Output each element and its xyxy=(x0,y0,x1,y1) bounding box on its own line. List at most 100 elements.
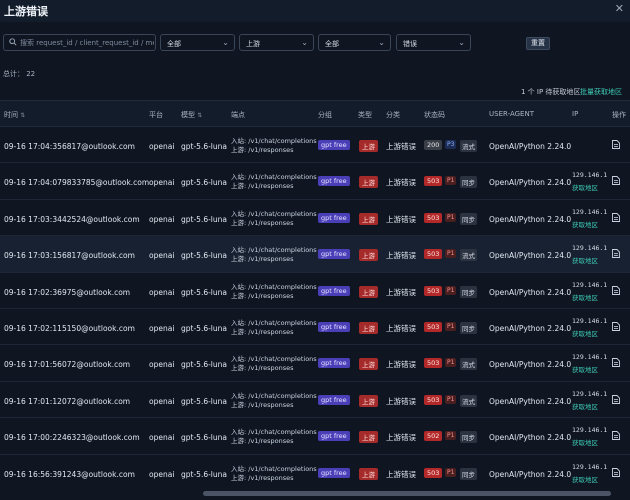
batch-geo-link[interactable]: 批量获取地区 xyxy=(580,87,622,97)
document-icon[interactable] xyxy=(612,249,620,259)
filter-select-4[interactable]: 错误 ⌄ xyxy=(396,34,471,51)
document-icon[interactable] xyxy=(612,285,620,295)
document-icon[interactable] xyxy=(612,431,620,441)
cell-account: 6817@outlook.com xyxy=(62,142,135,151)
endpoint-inbound: 入站: /v1/chat/completions xyxy=(231,391,317,400)
column-header-ua: USER-AGENT xyxy=(489,110,534,118)
cell-model: gpt-5.6-luna xyxy=(181,396,227,406)
get-geo-link[interactable]: 获取地区 xyxy=(572,474,598,484)
table-row[interactable]: 09-16 17:04:07 9833785@outlook.com opena… xyxy=(0,163,630,200)
cell-endpoint: 入站: /v1/chat/completions 上游: /v1/respons… xyxy=(231,465,317,483)
status-code-badge: 503 xyxy=(424,394,443,405)
cell-endpoint: 入站: /v1/chat/completions 上游: /v1/respons… xyxy=(231,137,317,155)
reset-button[interactable]: 重置 xyxy=(526,37,550,50)
scrollbar-thumb[interactable] xyxy=(203,491,611,496)
get-geo-link[interactable]: 获取地区 xyxy=(572,292,598,302)
cell-account: 072@outlook.com xyxy=(62,396,131,406)
cell-category: 上游错误 xyxy=(386,433,416,443)
column-header-platform: 平台 xyxy=(149,111,163,119)
table-row[interactable]: 09-16 17:03:15 6817@outlook.com openai g… xyxy=(0,236,630,273)
filter-select-1[interactable]: 全部 ⌄ xyxy=(160,34,235,51)
cell-model: gpt-5.6-luna xyxy=(181,142,227,151)
table-row[interactable]: 09-16 17:02:36 975@outlook.com openai gp… xyxy=(0,272,630,309)
cell-user-agent: OpenAI/Python 2.24.0 xyxy=(489,360,572,370)
get-geo-link[interactable]: 获取地区 xyxy=(572,401,598,411)
endpoint-upstream: 上游: /v1/responses xyxy=(231,437,294,446)
get-geo-link[interactable]: 获取地区 xyxy=(572,182,598,192)
cell-category: 上游错误 xyxy=(386,396,416,406)
cell-model: gpt-5.6-luna xyxy=(181,433,227,443)
column-header-model[interactable]: 模型 ⇅ xyxy=(181,110,202,120)
document-icon[interactable] xyxy=(612,358,620,368)
table-row[interactable]: 09-16 17:01:56 072@outlook.com openai gp… xyxy=(0,345,630,382)
type-badge: 上游 xyxy=(359,467,378,480)
endpoint-upstream: 上游: /v1/responses xyxy=(231,255,294,264)
mode-badge: 流式 xyxy=(460,358,477,371)
table-row[interactable]: 09-16 17:01:12 072@outlook.com openai gp… xyxy=(0,381,630,419)
table-row[interactable]: 09-16 17:02:11 5150@outlook.com openai g… xyxy=(0,309,630,346)
filter-select-3[interactable]: 全部 ⌄ xyxy=(318,34,391,51)
close-icon[interactable]: ✕ xyxy=(615,2,624,15)
group-badge: gpt free xyxy=(318,358,350,369)
get-geo-link[interactable]: 获取地区 xyxy=(572,328,598,338)
search-input[interactable] xyxy=(20,37,154,49)
filter-select-2[interactable]: 上游 ⌄ xyxy=(239,34,314,51)
priority-badge: P1 xyxy=(445,212,457,222)
column-header-group: 分组 xyxy=(318,111,332,119)
cell-platform: openai xyxy=(149,142,175,151)
cell-account: 9833785@outlook.com xyxy=(62,178,150,188)
mode-badge: 同步 xyxy=(460,467,477,480)
cell-time: 09-16 17:03:15 xyxy=(4,251,62,261)
get-geo-link[interactable]: 获取地区 xyxy=(572,255,598,265)
endpoint-upstream: 上游: /v1/responses xyxy=(231,400,294,409)
cell-platform: openai xyxy=(149,360,175,370)
search-box[interactable] xyxy=(3,34,156,51)
get-geo-link[interactable]: 获取地区 xyxy=(572,219,598,229)
document-icon[interactable] xyxy=(612,394,620,404)
horizontal-scrollbar[interactable] xyxy=(0,488,630,500)
document-icon[interactable] xyxy=(612,140,620,149)
cell-endpoint: 入站: /v1/chat/completions 上游: /v1/respons… xyxy=(231,173,317,191)
mode-badge: 同步 xyxy=(460,431,477,444)
priority-badge: P1 xyxy=(445,431,457,441)
cell-model: gpt-5.6-luna xyxy=(181,214,227,224)
filter-select-3-value: 全部 xyxy=(325,40,339,48)
cell-platform: openai xyxy=(149,251,175,261)
status-code-badge: 503 xyxy=(424,176,443,187)
cell-ip: 129.146.1 xyxy=(572,353,608,362)
status-code-badge: 503 xyxy=(424,322,443,332)
cell-account: 1243@outlook.com xyxy=(62,469,135,479)
group-badge: gpt free xyxy=(318,140,350,150)
table-row[interactable]: 09-16 17:04:35 6817@outlook.com openai g… xyxy=(0,127,630,164)
cell-ip: 129.146.1 xyxy=(572,426,608,435)
cell-endpoint: 入站: /v1/chat/completions 上游: /v1/respons… xyxy=(231,319,317,337)
get-geo-link[interactable]: 获取地区 xyxy=(572,364,598,374)
filter-select-4-value: 错误 xyxy=(403,40,417,48)
cell-endpoint: 入站: /v1/chat/completions 上游: /v1/respons… xyxy=(231,392,317,410)
table-row[interactable]: 09-16 16:56:39 1243@outlook.com openai g… xyxy=(0,454,630,490)
column-header-time[interactable]: 时间 ⇅ xyxy=(4,110,25,120)
cell-ip: 129.146.1 xyxy=(572,171,608,180)
group-badge: gpt free xyxy=(318,285,350,296)
cell-time: 09-16 17:00:22 xyxy=(4,433,62,443)
table-row[interactable]: 09-16 17:03:34 42524@outlook.com openai … xyxy=(0,199,630,237)
cell-account: 072@outlook.com xyxy=(62,360,131,370)
cell-model: gpt-5.6-luna xyxy=(181,287,227,297)
table-row[interactable]: 09-16 17:00:22 46323@outlook.com openai … xyxy=(0,418,630,455)
cell-ip: 129.146.1 xyxy=(572,244,608,253)
endpoint-inbound: 入站: /v1/chat/completions xyxy=(231,319,317,327)
column-header-ops: 操作 xyxy=(612,111,626,119)
get-geo-link[interactable]: 获取地区 xyxy=(572,437,598,447)
document-icon[interactable] xyxy=(612,176,620,186)
document-icon[interactable] xyxy=(612,322,620,331)
total-count: 总计： 22 xyxy=(3,70,36,78)
endpoint-upstream: 上游: /v1/responses xyxy=(231,473,294,482)
cell-model: gpt-5.6-luna xyxy=(181,324,227,333)
document-icon[interactable] xyxy=(612,467,620,477)
chevron-down-icon: ⌄ xyxy=(301,38,308,47)
group-badge: gpt free xyxy=(318,322,350,332)
table-header: 时间 ⇅ 平台 模型 ⇅ 端点 分组 类型 分类 状态码 USER-AGENT … xyxy=(0,100,630,127)
cell-endpoint: 入站: /v1/chat/completions 上游: /v1/respons… xyxy=(231,283,317,301)
document-icon[interactable] xyxy=(612,212,620,222)
status-code-badge: 503 xyxy=(424,467,443,478)
